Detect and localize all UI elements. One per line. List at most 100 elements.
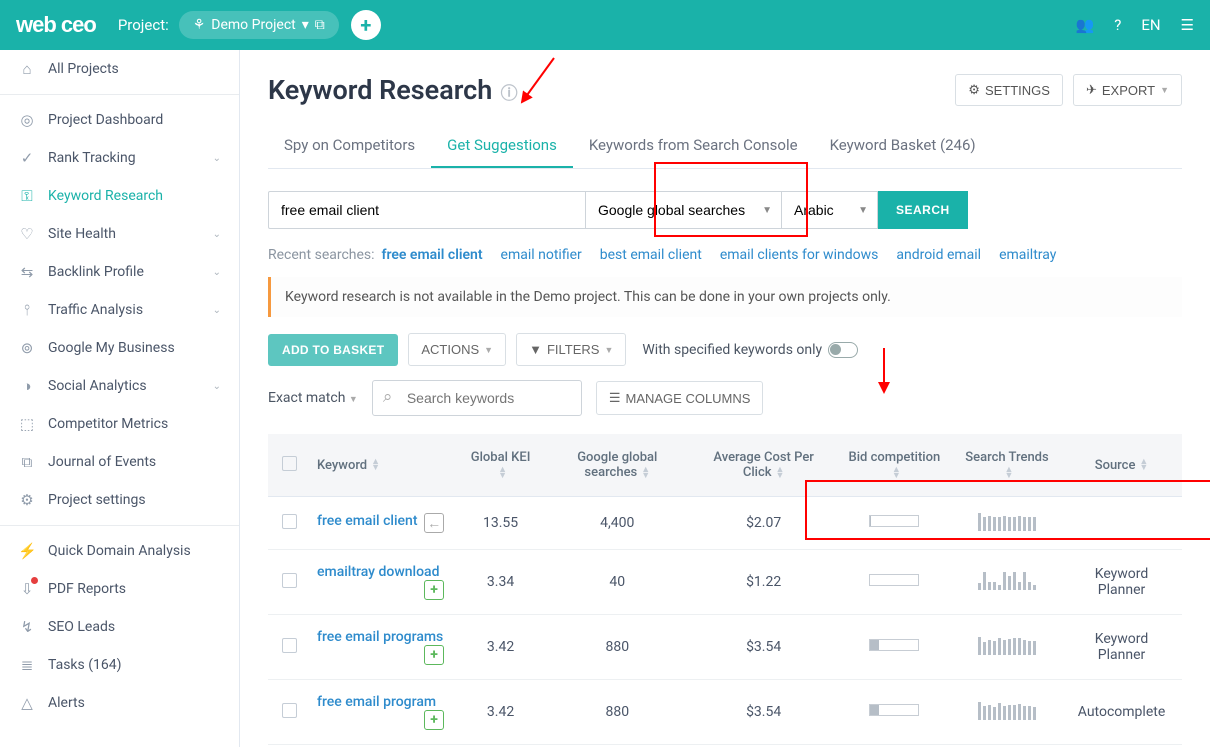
filter-icon: ▼ [529, 342, 542, 357]
caret-down-icon: ▼ [604, 345, 613, 355]
sidebar-item[interactable]: ⇩PDF Reports [0, 570, 239, 608]
sidebar-item[interactable]: △Alerts [0, 684, 239, 722]
search-scope-select[interactable]: Google global searches [586, 191, 782, 229]
back-icon[interactable]: ← [424, 513, 444, 533]
searches-cell: 880 [543, 615, 691, 680]
add-to-basket-button[interactable]: ADD TO BASKET [268, 334, 398, 366]
add-icon[interactable]: + [424, 645, 444, 665]
keyword-link[interactable]: free email client [317, 513, 418, 529]
sidebar-item[interactable]: ⇆Backlink Profile⌄ [0, 253, 239, 291]
project-selector[interactable]: ⚘ Demo Project ▾ ⧉ [179, 11, 339, 39]
nav-icon: ⚡ [18, 542, 36, 560]
recent-search-link[interactable]: email notifier [501, 247, 582, 263]
trend-sparkline [978, 700, 1036, 720]
filters-button[interactable]: ▼FILTERS▼ [516, 333, 626, 366]
sidebar-item[interactable]: ✓Rank Tracking⌄ [0, 139, 239, 177]
nav-icon: ♡ [18, 225, 36, 243]
sidebar-item[interactable]: ↯SEO Leads [0, 608, 239, 646]
column-header[interactable]: Google global searches▲▼ [543, 434, 691, 497]
column-header[interactable]: Keyword▲▼ [307, 434, 458, 497]
caret-down-icon: ▼ [1160, 85, 1169, 95]
actions-button[interactable]: ACTIONS▼ [408, 333, 506, 366]
sidebar-item-label: Quick Domain Analysis [48, 543, 191, 559]
sidebar-item[interactable]: ⚿Keyword Research [0, 177, 239, 215]
sidebar-item-label: All Projects [48, 61, 119, 77]
language-select[interactable]: Arabic [782, 191, 878, 229]
hamburger-icon[interactable]: ☰ [1181, 16, 1194, 34]
sidebar-item-label: Alerts [48, 695, 85, 711]
kei-cell: 13.55 [458, 497, 543, 550]
column-header[interactable]: Global KEI▲▼ [458, 434, 543, 497]
sidebar-item[interactable]: ♡Site Health⌄ [0, 215, 239, 253]
sidebar-item[interactable]: ⚡ Quick Domain Analysis [0, 532, 239, 570]
external-link-icon: ⧉ [315, 17, 325, 33]
page-tab[interactable]: Keywords from Search Console [573, 126, 814, 168]
nav-icon: ⧉ [18, 453, 36, 471]
sidebar-item-label: Competitor Metrics [48, 416, 168, 432]
recent-search-link[interactable]: emailtray [999, 247, 1056, 263]
cpc-cell: $2.07 [692, 497, 836, 550]
recent-search-link[interactable]: email clients for windows [720, 247, 879, 263]
row-checkbox[interactable] [282, 703, 297, 718]
add-icon[interactable]: + [424, 580, 444, 600]
recent-search-link[interactable]: free email client [382, 247, 483, 263]
sidebar: ⌂All Projects ◎Project Dashboard✓Rank Tra… [0, 50, 240, 747]
table-row: emailtray download+ 3.34 40 $1.22 Keywor… [268, 550, 1182, 615]
add-project-button[interactable]: + [351, 10, 381, 40]
source-cell: Keyword Planner [1061, 550, 1182, 615]
recent-search-link[interactable]: best email client [600, 247, 702, 263]
sidebar-item[interactable]: ⚙ Project settings [0, 481, 239, 519]
nav-icon: ↯ [18, 618, 36, 636]
users-icon[interactable]: 👥 [1076, 16, 1095, 34]
settings-button[interactable]: ⚙SETTINGS [955, 74, 1063, 106]
project-label: Project: [118, 16, 169, 34]
sidebar-item[interactable]: ≣Tasks (164) [0, 646, 239, 684]
sidebar-item[interactable]: ⬚ Competitor Metrics [0, 405, 239, 443]
sidebar-item[interactable]: ⧉Journal of Events [0, 443, 239, 481]
searches-cell: 880 [543, 680, 691, 745]
table-search-input[interactable] [372, 380, 582, 416]
sidebar-item[interactable]: ◎Project Dashboard [0, 101, 239, 139]
page-tab[interactable]: Get Suggestions [431, 126, 573, 168]
page-tab[interactable]: Spy on Competitors [268, 126, 431, 168]
sort-icon: ▲▼ [371, 459, 380, 471]
column-header[interactable]: Source▲▼ [1061, 434, 1182, 497]
match-type-select[interactable]: Exact match ▼ [268, 390, 358, 406]
sidebar-item[interactable]: ⊚Google My Business [0, 329, 239, 367]
page-tab[interactable]: Keyword Basket (246) [814, 126, 992, 168]
nav-icon: ⇆ [18, 263, 36, 281]
language-switch[interactable]: EN [1141, 16, 1160, 34]
help-icon[interactable]: ⓘ [496, 84, 517, 104]
keyword-link[interactable]: free email programs [317, 629, 443, 645]
sidebar-item-label: Keyword Research [48, 188, 163, 204]
cpc-cell: $3.54 [692, 615, 836, 680]
recent-search-link[interactable]: android email [896, 247, 981, 263]
row-checkbox[interactable] [282, 514, 297, 529]
row-checkbox[interactable] [282, 573, 297, 588]
keyword-link[interactable]: free email program [317, 694, 436, 710]
select-all-checkbox[interactable] [282, 456, 297, 471]
sidebar-item[interactable]: ◑Social Analytics⌄ [0, 367, 239, 405]
manage-columns-button[interactable]: ☰MANAGE COLUMNS [596, 381, 764, 415]
search-button[interactable]: SEARCH [878, 191, 968, 229]
chevron-down-icon: ⌄ [213, 381, 221, 392]
spec-toggle[interactable] [828, 342, 858, 358]
keyword-input[interactable] [268, 191, 586, 229]
nav-icon: ✓ [18, 149, 36, 167]
sidebar-item[interactable]: ⌂All Projects [0, 50, 239, 88]
sidebar-item-label: Google My Business [48, 340, 175, 356]
table-row: free email programs+ 3.42 880 $3.54 Keyw… [268, 615, 1182, 680]
send-icon: ✈ [1086, 82, 1097, 98]
nav-icon: ⬚ [18, 415, 36, 433]
notification-dot [31, 577, 38, 584]
column-header[interactable]: Bid competition▲▼ [836, 434, 953, 497]
add-icon[interactable]: + [424, 710, 444, 730]
column-header[interactable]: Search Trends▲▼ [953, 434, 1061, 497]
export-button[interactable]: ✈EXPORT▼ [1073, 74, 1182, 106]
keyword-link[interactable]: emailtray download [317, 564, 439, 580]
column-header[interactable]: Average Cost Per Click▲▼ [692, 434, 836, 497]
sidebar-item[interactable]: ⫯Traffic Analysis⌄ [0, 291, 239, 329]
help-icon[interactable]: ? [1114, 16, 1121, 34]
row-checkbox[interactable] [282, 638, 297, 653]
sidebar-item-label: Project settings [48, 492, 146, 508]
